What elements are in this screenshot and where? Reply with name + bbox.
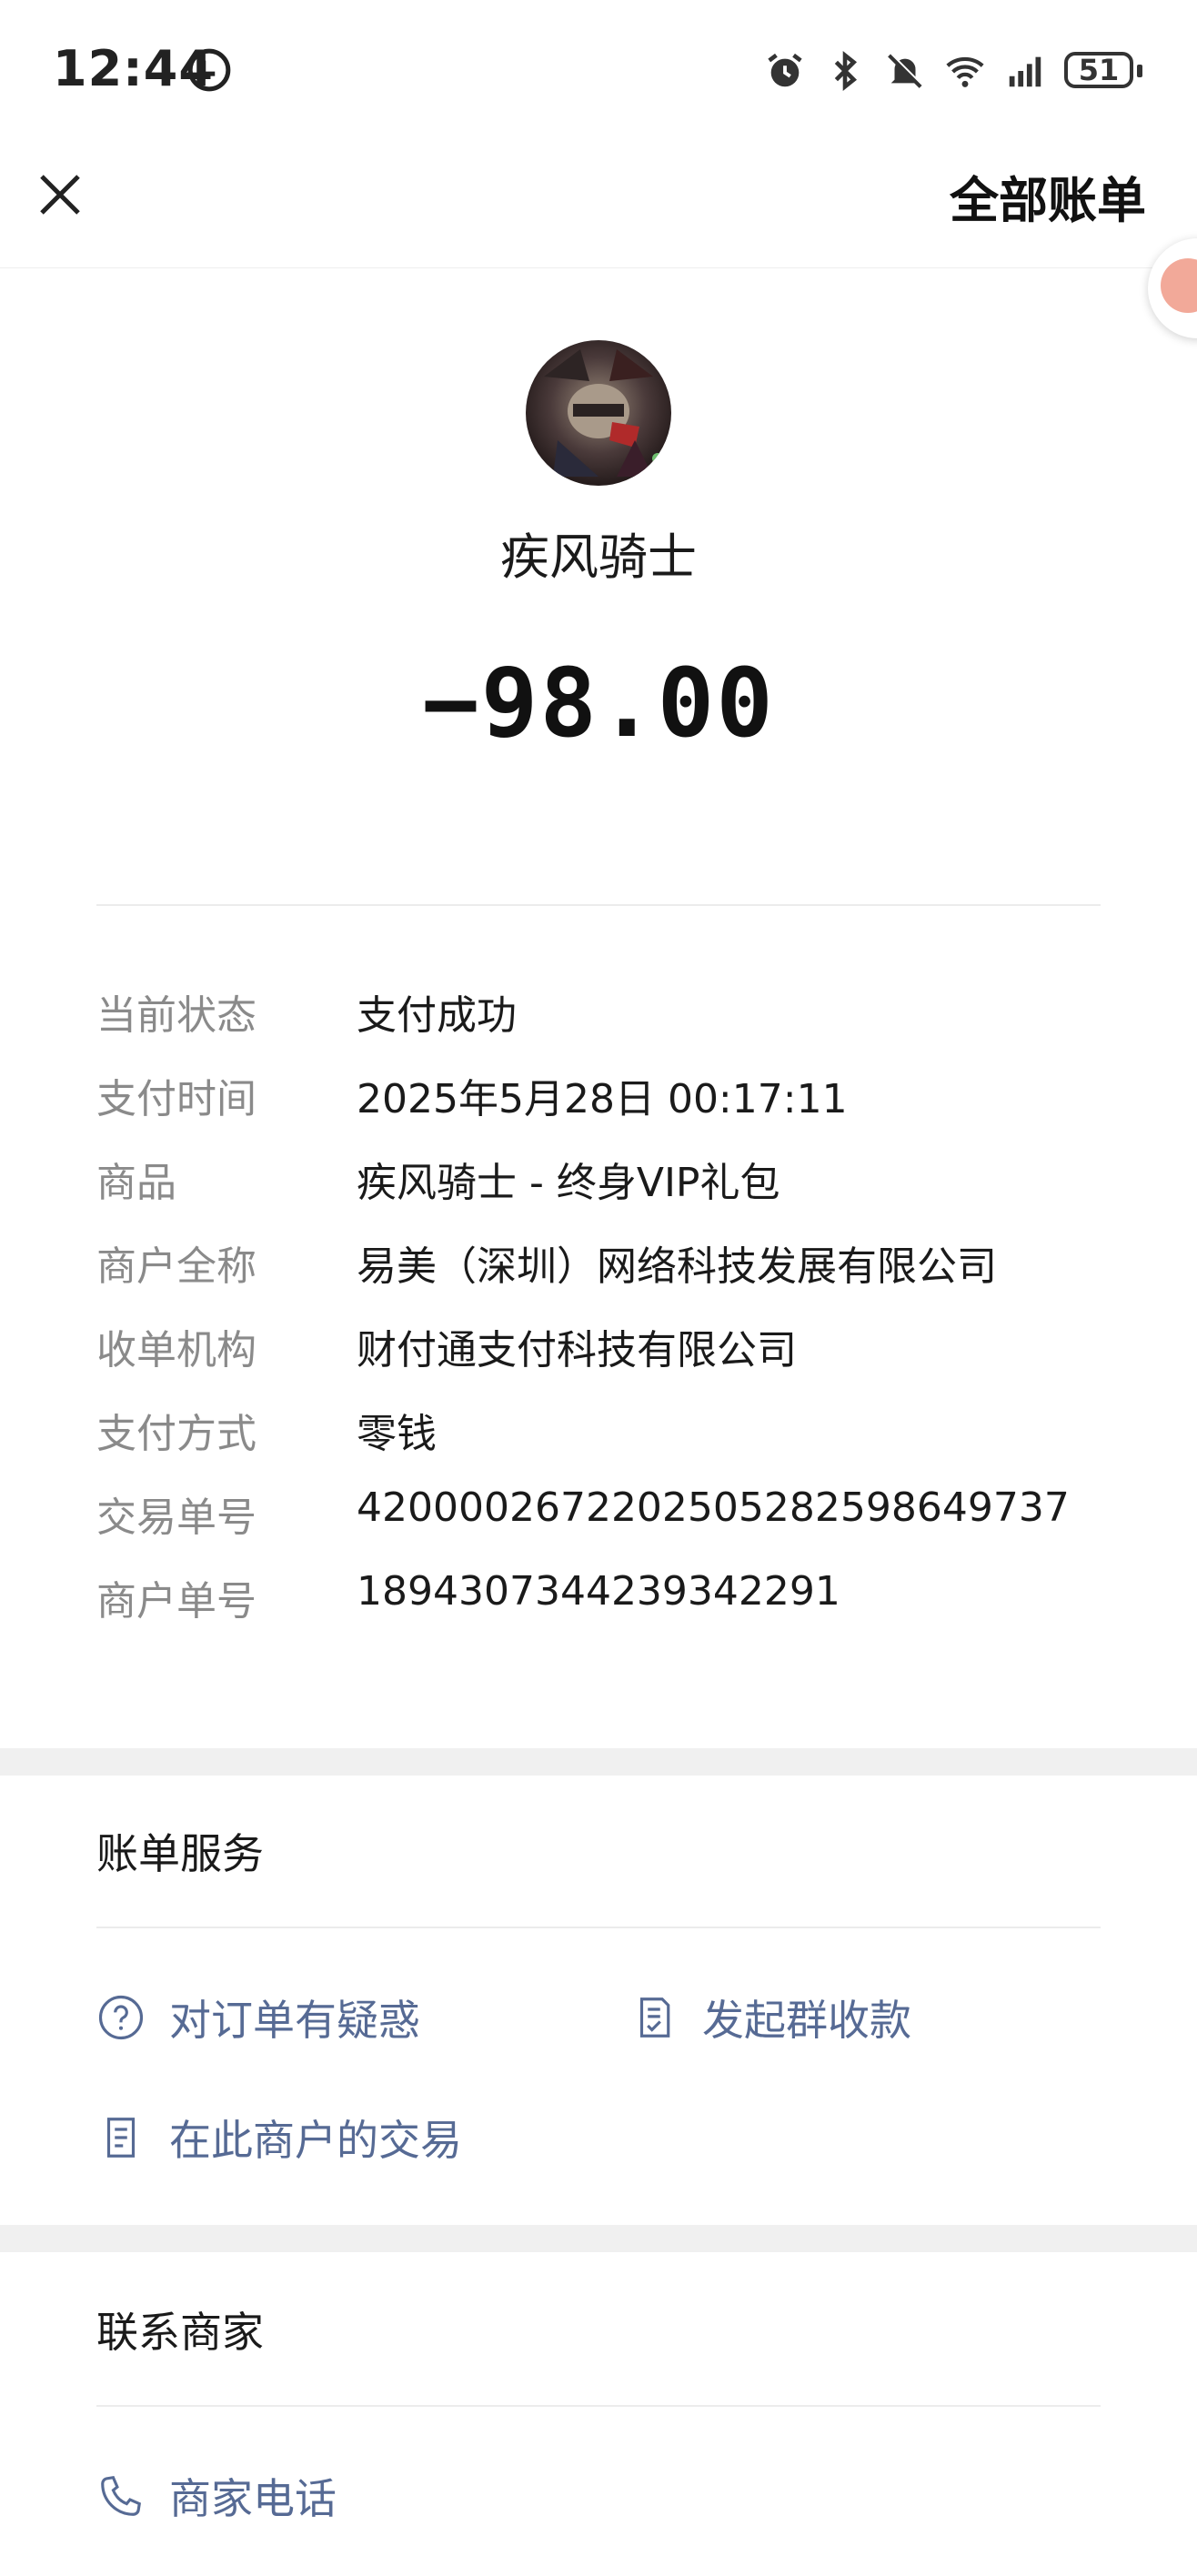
detail-row-merchant-full-name: 商户全称 易美（深圳）网络科技发展有限公司 [96,1233,1142,1306]
detail-value[interactable]: 4200002672202505282598649737 [357,1484,1070,1531]
detail-label: 支付方式 [96,1411,256,1457]
divider [96,2405,1101,2407]
detail-value: 零钱 [357,1411,437,1457]
detail-row-product: 商品 疾风骑士 - 终身VIP礼包 [96,1150,1142,1223]
checklist-icon [639,1997,670,2038]
question-circle-icon [98,1995,144,2040]
alarm-icon [768,53,802,87]
merchant-transactions-link[interactable]: 在此商户的交易 [96,2101,462,2174]
contact-merchant-title: 联系商家 [96,2308,264,2357]
status-icons: 51 [764,44,1144,98]
detail-row-pay-method: 支付方式 零钱 [96,1401,1142,1474]
section-separator [0,2225,1197,2252]
detail-label: 商户全称 [96,1243,256,1290]
clock-badge-icon [187,48,231,92]
mute-bell-icon [888,53,923,88]
document-icon [106,2118,136,2158]
wifi-icon [946,56,984,87]
floating-window-icon [1161,258,1197,313]
question-order-label: 对订单有疑惑 [169,1996,420,2045]
detail-label: 商品 [96,1160,176,1206]
detail-label: 支付时间 [96,1076,256,1122]
merchant-transactions-label: 在此商户的交易 [169,2116,462,2165]
close-icon[interactable] [33,167,87,222]
merchant-phone-link[interactable]: 商家电话 [96,2460,337,2532]
section-separator [0,1748,1197,1776]
detail-value: 支付成功 [357,992,517,1039]
merchant-phone-label: 商家电话 [169,2474,337,2523]
detail-row-acquirer: 收单机构 财付通支付科技有限公司 [96,1317,1142,1390]
divider [96,904,1101,906]
merchant-avatar [526,340,671,486]
detail-value: 财付通支付科技有限公司 [357,1327,797,1374]
divider [96,1927,1101,1928]
bill-service-title: 账单服务 [96,1829,264,1878]
question-order-link[interactable]: 对订单有疑惑 [96,1981,420,2054]
detail-row-status: 当前状态 支付成功 [96,982,1142,1055]
detail-value: 疾风骑士 - 终身VIP礼包 [357,1160,780,1206]
detail-label: 收单机构 [96,1327,256,1374]
detail-row-pay-time: 支付时间 2025年5月28日 00:17:11 [96,1066,1142,1139]
detail-label: 交易单号 [96,1494,256,1541]
detail-row-transaction-id: 交易单号 4200002672202505282598649737 [96,1484,1142,1557]
merchant-name: 疾风骑士 [500,528,697,586]
group-collect-label: 发起群收款 [702,1996,911,2045]
detail-row-merchant-order-id: 商户单号 1894307344239342291 [96,1568,1142,1641]
detail-value: 易美（深圳）网络科技发展有限公司 [357,1243,997,1290]
detail-label: 当前状态 [96,992,256,1039]
signal-icon [1009,56,1041,87]
payment-amount: −98.00 [422,648,775,759]
group-collect-link[interactable]: 发起群收款 [629,1981,911,2054]
battery-level: 51 [1078,53,1120,87]
battery-icon: 51 [1064,50,1144,92]
detail-label: 商户单号 [96,1578,256,1625]
avatar-image [526,340,671,486]
detail-value: 2025年5月28日 00:17:11 [357,1076,848,1122]
detail-value[interactable]: 1894307344239342291 [357,1568,840,1615]
bluetooth-icon [834,50,858,92]
all-bills-link[interactable]: 全部账单 [950,160,1146,232]
status-bar: 12:44 51 [0,0,1197,146]
phone-icon [101,2476,141,2516]
